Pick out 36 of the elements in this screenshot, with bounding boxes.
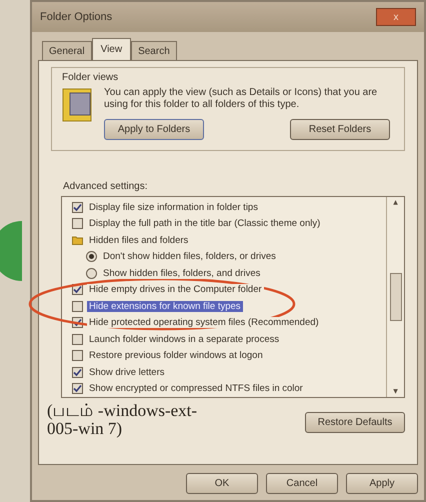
setting-label[interactable]: Hidden files and folders xyxy=(87,234,190,246)
setting-label[interactable]: Display the full path in the title bar (Classic theme only) xyxy=(87,218,322,230)
checkbox[interactable] xyxy=(72,300,83,312)
caption-text: (படம் -windows-ext-005-win 7) xyxy=(47,402,198,438)
radio-button[interactable] xyxy=(86,268,97,279)
scroll-thumb[interactable] xyxy=(390,273,402,321)
window-title: Folder Options xyxy=(40,11,112,23)
description-text: You can apply the view (such as Details or Icons) that you are using for this folder to all folders of this type. xyxy=(104,87,378,111)
radio-button[interactable] xyxy=(86,251,97,262)
setting-label[interactable]: Display file size information in folder tips xyxy=(87,202,260,213)
setting-label[interactable]: Launch folder windows in a separate process xyxy=(87,334,282,345)
group-title: Folder views xyxy=(62,72,120,83)
setting-label[interactable]: Show hidden files, folders, and drives xyxy=(101,268,262,279)
checkbox[interactable] xyxy=(72,202,83,213)
setting-label[interactable]: Don't show hidden files, folders, or drives xyxy=(101,251,278,262)
folder-button[interactable]: Apply to Folders xyxy=(104,119,204,140)
restore-defaults-button[interactable]: Restore Defaults xyxy=(305,412,405,433)
folder-button[interactable]: Reset Folders xyxy=(290,119,390,140)
tab[interactable]: View xyxy=(92,38,132,61)
setting-label[interactable]: Hide extensions for known file types xyxy=(87,300,243,312)
dialog-button[interactable]: Cancel xyxy=(266,473,338,494)
setting-label[interactable]: Hide empty drives in the Computer folder xyxy=(87,284,264,296)
setting-label[interactable]: Show drive letters xyxy=(87,366,167,378)
section-label: Advanced settings: xyxy=(63,181,148,192)
tab[interactable]: Search xyxy=(131,41,177,61)
setting-label[interactable]: Hide protected operating system files (Recommended) xyxy=(87,317,321,328)
dialog-button[interactable]: OK xyxy=(186,473,258,494)
dialog-button[interactable]: Apply xyxy=(346,473,418,494)
tab[interactable]: General xyxy=(42,41,92,61)
checkbox[interactable] xyxy=(72,366,83,378)
setting-label[interactable]: Show encrypted or compressed NTFS files in color xyxy=(87,383,305,394)
checkbox[interactable] xyxy=(72,350,83,362)
checkbox[interactable] xyxy=(72,218,83,230)
checkbox[interactable] xyxy=(72,334,83,345)
checkbox[interactable] xyxy=(72,383,83,394)
setting-label[interactable]: Restore previous folder windows at logon xyxy=(87,350,265,362)
